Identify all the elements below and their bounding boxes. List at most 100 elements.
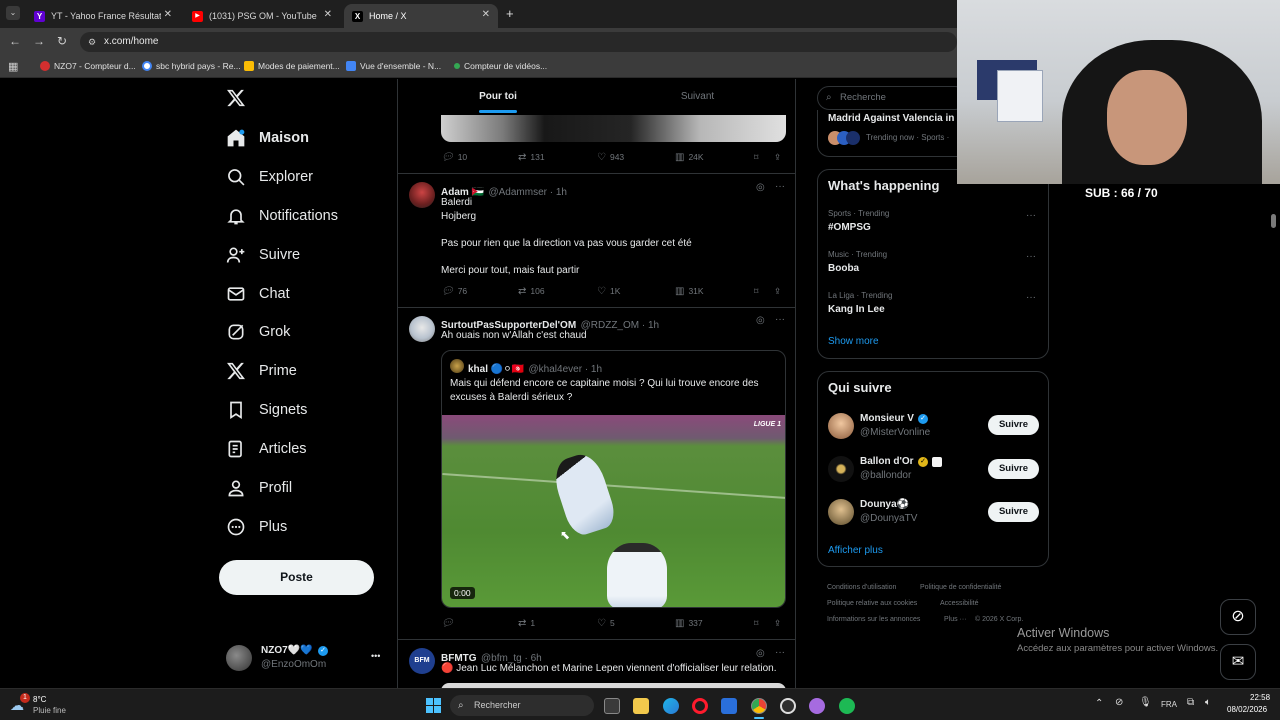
footer-link[interactable]: Politique relative aux cookies	[827, 600, 917, 607]
nav-home[interactable]: Maison	[226, 124, 309, 152]
network-icon[interactable]: ⊘	[1115, 697, 1123, 708]
like-button[interactable]: ♡ 5	[597, 618, 615, 629]
quoted-tweet[interactable]: khal 🔵⚪🇹🇳 @khal4ever · 1h Mais qui défen…	[441, 350, 786, 608]
grok-icon[interactable]: ◎	[756, 315, 765, 326]
trend-item[interactable]: Music · Trending Booba ···	[818, 247, 1048, 281]
tab-youtube[interactable]: ▶ (1031) PSG OM - YouTube ✕	[184, 4, 340, 28]
store-icon[interactable]	[721, 698, 737, 714]
bookmark-icon[interactable]: ⌑	[754, 152, 758, 163]
trend-item[interactable]: Sports · Trending #OMPSG ···	[818, 206, 1048, 240]
more-icon[interactable]: ···	[1026, 210, 1036, 221]
account-switcher[interactable]: NZO7🤍💙 ✓ @EnzoOmOm •••	[226, 642, 386, 674]
nav-bookmarks[interactable]: Signets	[226, 396, 307, 424]
show-more-link[interactable]: Afficher plus	[828, 545, 883, 556]
nav-follow[interactable]: Suivre	[226, 241, 300, 269]
grok-icon[interactable]: ◎	[756, 182, 765, 193]
reply-button[interactable]: 💬︎ 10	[441, 152, 467, 163]
video-player[interactable]: LIGUE 1 0:00	[442, 415, 785, 607]
share-icon[interactable]: ⇪	[774, 152, 781, 163]
footer-link[interactable]: Accessibilité	[940, 600, 979, 607]
nav-profile[interactable]: Profil	[226, 474, 292, 502]
bookmark-item[interactable]: Compteur de vidéos...	[454, 61, 547, 71]
more-icon[interactable]: ···	[775, 647, 785, 658]
clock-time[interactable]: 22:58	[1250, 693, 1270, 702]
new-tab-button[interactable]: +	[506, 6, 514, 21]
close-icon[interactable]: ✕	[164, 9, 172, 20]
bookmark-icon[interactable]: ⌑	[754, 618, 758, 629]
windows-start-icon[interactable]	[426, 698, 441, 713]
footer-link[interactable]: Informations sur les annonces	[827, 616, 920, 623]
clock-date[interactable]: 08/02/2026	[1227, 705, 1267, 714]
tab-for-you[interactable]: Pour toi	[398, 79, 598, 115]
avatar[interactable]: BFM	[409, 648, 435, 674]
nav-prime[interactable]: Prime	[226, 357, 297, 385]
spotify-icon[interactable]	[839, 698, 855, 714]
follow-button[interactable]: Suivre	[988, 502, 1039, 522]
bookmark-icon[interactable]: ⌑	[754, 286, 758, 297]
chevron-up-icon[interactable]: ⌃	[1095, 698, 1103, 709]
weather-widget[interactable]: ☁ 1 8°C Pluie fine	[10, 693, 90, 717]
app-icon[interactable]	[809, 698, 825, 714]
repost-button[interactable]: ⇄ 131	[518, 152, 545, 163]
follow-button[interactable]: Suivre	[988, 459, 1039, 479]
nav-notifications[interactable]: Notifications	[226, 202, 338, 230]
like-button[interactable]: ♡ 943	[597, 152, 624, 163]
opera-icon[interactable]	[692, 698, 708, 714]
file-explorer-icon[interactable]	[633, 698, 649, 714]
apps-grid-icon[interactable]: ▦	[8, 60, 18, 73]
language-indicator[interactable]: FRA	[1161, 700, 1177, 709]
tab-list-button[interactable]: ⌄	[6, 6, 20, 20]
follow-button[interactable]: Suivre	[988, 415, 1039, 435]
scrollbar[interactable]	[1271, 214, 1276, 228]
nav-chat[interactable]: Chat	[226, 280, 290, 308]
more-icon[interactable]: ···	[775, 314, 785, 325]
reply-button[interactable]: 💬︎	[441, 618, 458, 629]
avatar[interactable]	[409, 316, 435, 342]
footer-link[interactable]: Plus ···	[944, 616, 967, 623]
tweet[interactable]: SurtoutPasSupporterDel'OM @RDZZ_OM · 1h …	[398, 308, 795, 637]
more-icon[interactable]: ···	[1026, 251, 1036, 262]
forward-icon[interactable]: →	[33, 34, 45, 48]
grok-float-button[interactable]: ⊘	[1220, 599, 1256, 635]
more-icon[interactable]: ···	[1026, 292, 1036, 303]
views-button[interactable]: ▥ 337	[675, 618, 703, 629]
tweet-media[interactable]	[441, 115, 786, 142]
edge-icon[interactable]	[663, 698, 679, 714]
author-handle[interactable]: @RDZZ_OM · 1h	[581, 320, 660, 331]
post-button[interactable]: Poste	[219, 560, 374, 595]
nav-articles[interactable]: Articles	[226, 435, 307, 463]
close-icon[interactable]: ✕	[324, 9, 332, 20]
tweet[interactable]: Adam 🇯🇴 @Adammser · 1h ◎ ··· Balerdi Hoj…	[398, 174, 795, 311]
address-bar[interactable]: ⚙ x.com/home	[80, 32, 957, 52]
bookmark-item[interactable]: sbc hybrid pays - Re...	[142, 61, 241, 71]
close-icon[interactable]: ✕	[482, 9, 490, 20]
reply-button[interactable]: 💬︎ 76	[441, 286, 467, 297]
repost-button[interactable]: ⇄ 1	[518, 618, 535, 629]
share-icon[interactable]: ⇪	[774, 618, 781, 629]
trend-item[interactable]: La Liga · Trending Kang In Lee ···	[818, 288, 1048, 322]
search-input[interactable]: ⌕ Recherche	[817, 86, 967, 110]
repost-button[interactable]: ⇄ 106	[518, 286, 545, 297]
footer-link[interactable]: Politique de confidentialité	[920, 584, 1001, 591]
share-icon[interactable]: ⇪	[774, 286, 781, 297]
views-button[interactable]: ▥ 31K	[675, 286, 704, 297]
display-icon[interactable]: ⧉	[1187, 697, 1194, 708]
messages-float-button[interactable]: ✉	[1220, 644, 1256, 680]
avatar[interactable]	[409, 182, 435, 208]
obs-icon[interactable]	[780, 698, 796, 714]
bookmark-item[interactable]: Modes de paiement...	[244, 61, 340, 71]
chrome-icon[interactable]	[751, 698, 767, 714]
tab-x-home[interactable]: X Home / X ✕	[344, 4, 498, 28]
views-button[interactable]: ▥ 24K	[675, 152, 704, 163]
tab-following[interactable]: Suivant	[598, 79, 795, 115]
like-button[interactable]: ♡ 1K	[597, 286, 620, 297]
more-icon[interactable]: ···	[775, 181, 785, 192]
bookmark-item[interactable]: NZO7 - Compteur d...	[40, 61, 136, 71]
x-logo-icon[interactable]	[226, 88, 246, 113]
nav-grok[interactable]: Grok	[226, 318, 290, 346]
taskbar-search[interactable]: ⌕ Rechercher	[450, 695, 594, 716]
volume-icon[interactable]: 🔈︎	[1205, 697, 1211, 708]
reload-icon[interactable]: ↻	[57, 34, 67, 48]
tweet[interactable]: BFM BFMTG @bfm_tg · 6h ◎ ··· 🔴 Jean Luc …	[398, 640, 795, 688]
footer-link[interactable]: Conditions d'utilisation	[827, 584, 896, 591]
